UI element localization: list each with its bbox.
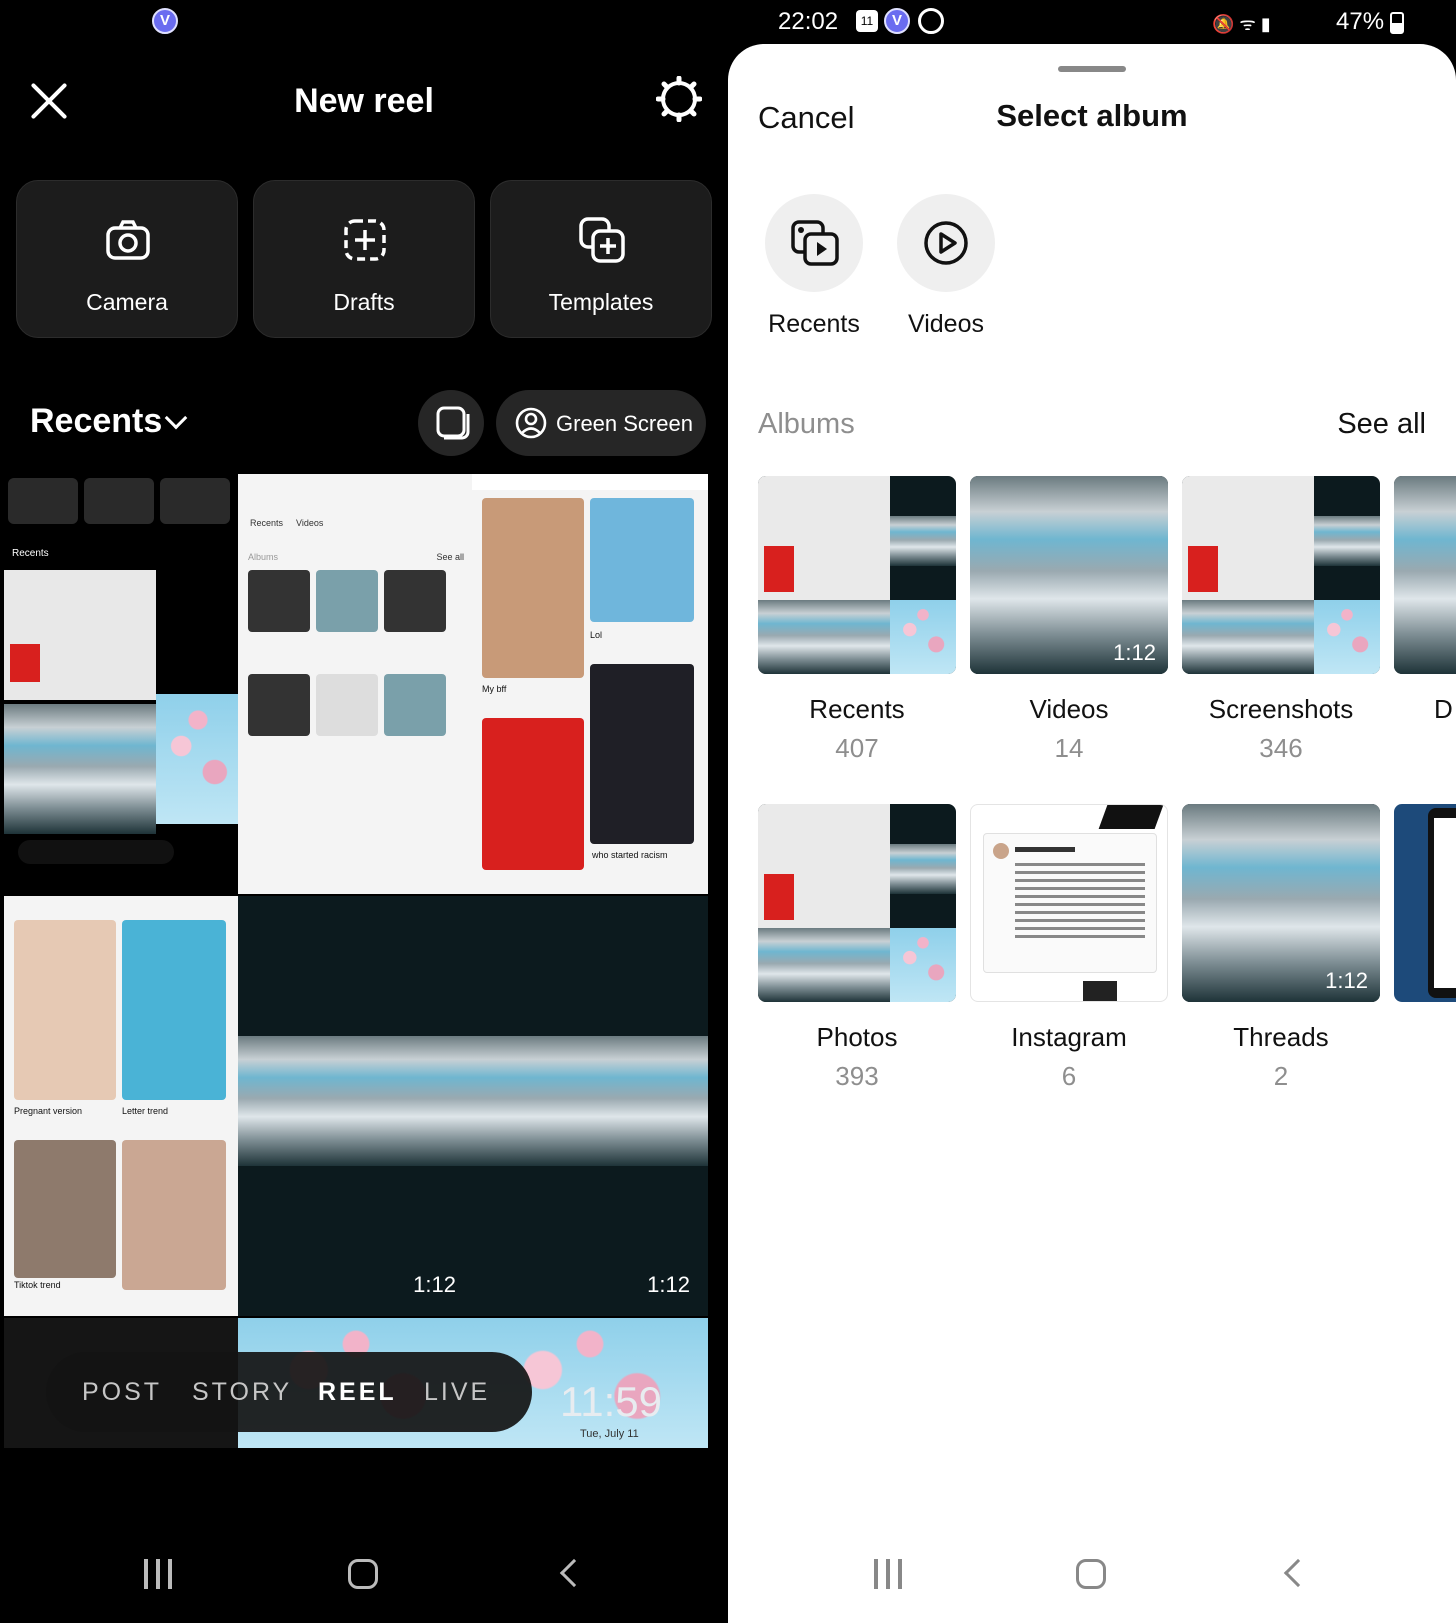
play-circle-icon bbox=[924, 221, 968, 265]
album-count: 346 bbox=[1259, 733, 1303, 763]
album-count: 407 bbox=[835, 733, 879, 763]
person-circle-icon bbox=[515, 407, 547, 439]
album-name: D bbox=[1434, 694, 1453, 724]
video-duration: 1:12 bbox=[1113, 640, 1156, 665]
album-count: 393 bbox=[835, 1061, 879, 1091]
drafts-button[interactable]: Drafts bbox=[253, 180, 475, 338]
video-duration: 1:12 bbox=[1325, 968, 1368, 993]
album-name: Threads bbox=[1233, 1022, 1329, 1052]
page-title: New reel bbox=[294, 82, 434, 120]
photo-video-icon bbox=[791, 220, 839, 266]
quick-recents-label: Recents bbox=[768, 310, 860, 338]
album-threads[interactable]: 1:12 Threads 2 bbox=[1182, 804, 1380, 1092]
green-screen-button[interactable]: Green Screen bbox=[496, 390, 706, 456]
album-count: 6 bbox=[1061, 1061, 1077, 1091]
settings-gear-icon[interactable] bbox=[656, 76, 702, 122]
select-album-screen: 22:02 11 V 🔕 ᯤ ▮ 47% Cancel Select album… bbox=[728, 0, 1456, 1623]
quick-videos-label: Videos bbox=[908, 310, 984, 338]
album-name: Photos bbox=[816, 1022, 898, 1052]
status-icons: 🔕 ᯤ ▮ bbox=[1212, 14, 1271, 34]
album-count: 2 bbox=[1273, 1061, 1289, 1091]
camera-label: Camera bbox=[86, 289, 168, 315]
shazam-icon bbox=[918, 8, 944, 34]
drafts-label: Drafts bbox=[333, 289, 395, 315]
album-sheet: Cancel Select album Recents Videos Album… bbox=[728, 44, 1456, 1623]
see-all-link[interactable]: See all bbox=[1337, 408, 1426, 441]
media-thumbnail[interactable]: Pregnant version Letter trend Tiktok tre… bbox=[4, 896, 240, 1316]
album-thumbnail bbox=[758, 476, 956, 674]
battery-percent: 47% bbox=[1336, 8, 1385, 35]
wallpaper-clock: 11:59 bbox=[560, 1378, 662, 1425]
multi-select-icon bbox=[436, 406, 470, 440]
status-bar: V bbox=[0, 0, 728, 44]
album-count: 14 bbox=[1054, 733, 1084, 763]
album-thumbnail bbox=[1182, 476, 1380, 674]
new-reel-screen: V New reel Camera Drafts Templates Recen… bbox=[0, 0, 728, 1623]
vpn-app-icon: V bbox=[152, 8, 178, 34]
sheet-title: Select album bbox=[996, 98, 1188, 133]
album-thumbnail bbox=[758, 804, 956, 1002]
home-icon[interactable] bbox=[348, 1559, 378, 1589]
album-name: Recents bbox=[809, 694, 905, 724]
album-partial[interactable]: D bbox=[1394, 476, 1456, 725]
wallpaper-date: Tue, July 11 bbox=[580, 1428, 639, 1440]
album-thumbnail: 1:12 bbox=[1182, 804, 1380, 1002]
album-thumbnail bbox=[970, 804, 1168, 1002]
status-bar: 22:02 11 V 🔕 ᯤ ▮ 47% bbox=[728, 0, 1456, 44]
album-partial[interactable] bbox=[1394, 804, 1456, 1002]
media-thumbnail[interactable]: My bff Lol who started racism bbox=[472, 474, 708, 894]
recent-apps-icon[interactable] bbox=[874, 1559, 904, 1589]
header: New reel bbox=[0, 60, 728, 140]
album-instagram[interactable]: Instagram 6 bbox=[970, 804, 1168, 1092]
media-thumbnail[interactable]: Recents Videos Albums See all bbox=[238, 474, 474, 894]
video-duration: 1:12 bbox=[647, 1272, 690, 1297]
back-icon[interactable] bbox=[1283, 1558, 1313, 1588]
video-thumbnail[interactable]: 1:12 bbox=[238, 896, 474, 1316]
recent-apps-icon[interactable] bbox=[144, 1559, 174, 1589]
mode-switcher: POST STORY REEL LIVE bbox=[46, 1352, 532, 1432]
templates-button[interactable]: Templates bbox=[490, 180, 712, 338]
mode-post[interactable]: POST bbox=[82, 1378, 162, 1407]
album-name: Instagram bbox=[1011, 1022, 1127, 1052]
system-nav-bar bbox=[0, 1523, 728, 1623]
clock: 22:02 bbox=[778, 8, 839, 35]
album-videos[interactable]: 1:12 Videos 14 bbox=[970, 476, 1168, 764]
album-photos[interactable]: Photos 393 bbox=[758, 804, 956, 1092]
album-screenshots[interactable]: Screenshots 346 bbox=[1182, 476, 1380, 764]
album-recents[interactable]: Recents 407 bbox=[758, 476, 956, 764]
templates-label: Templates bbox=[548, 289, 654, 315]
sheet-drag-handle[interactable] bbox=[1058, 66, 1126, 72]
mode-live[interactable]: LIVE bbox=[424, 1378, 490, 1407]
battery-icon bbox=[1390, 12, 1404, 34]
video-duration: 1:12 bbox=[413, 1272, 456, 1297]
mode-story[interactable]: STORY bbox=[192, 1378, 292, 1407]
back-icon[interactable] bbox=[559, 1558, 589, 1588]
drafts-icon bbox=[344, 219, 386, 261]
quick-videos[interactable]: Videos bbox=[896, 194, 996, 339]
calendar-icon: 11 bbox=[856, 10, 878, 32]
home-icon[interactable] bbox=[1076, 1559, 1106, 1589]
camera-button[interactable]: Camera bbox=[16, 180, 238, 338]
templates-icon bbox=[579, 217, 625, 263]
creation-tools: Camera Drafts Templates bbox=[16, 180, 712, 338]
albums-section-label: Albums bbox=[758, 408, 855, 440]
system-nav-bar bbox=[728, 1523, 1456, 1623]
select-multiple-button[interactable] bbox=[418, 390, 484, 456]
album-dropdown[interactable]: Recents bbox=[30, 402, 162, 441]
chevron-down-icon[interactable] bbox=[164, 406, 188, 430]
album-thumbnail: 1:12 bbox=[970, 476, 1168, 674]
quick-recents[interactable]: Recents bbox=[764, 194, 864, 339]
camera-icon bbox=[106, 220, 150, 260]
media-thumbnail[interactable]: Recents bbox=[4, 474, 240, 894]
mode-reel[interactable]: REEL bbox=[318, 1378, 397, 1407]
album-name: Videos bbox=[1029, 694, 1109, 724]
album-name: Screenshots bbox=[1208, 694, 1354, 724]
green-screen-label: Green Screen bbox=[556, 411, 693, 436]
album-thumbnail bbox=[1394, 804, 1456, 1002]
album-thumbnail bbox=[1394, 476, 1456, 674]
vpn-app-icon: V bbox=[884, 8, 910, 34]
video-thumbnail[interactable]: 1:12 bbox=[472, 896, 708, 1316]
gallery-toolbar: Recents Green Screen bbox=[0, 388, 728, 458]
media-grid: Recents Recents Videos Albums See all My… bbox=[4, 474, 724, 1452]
